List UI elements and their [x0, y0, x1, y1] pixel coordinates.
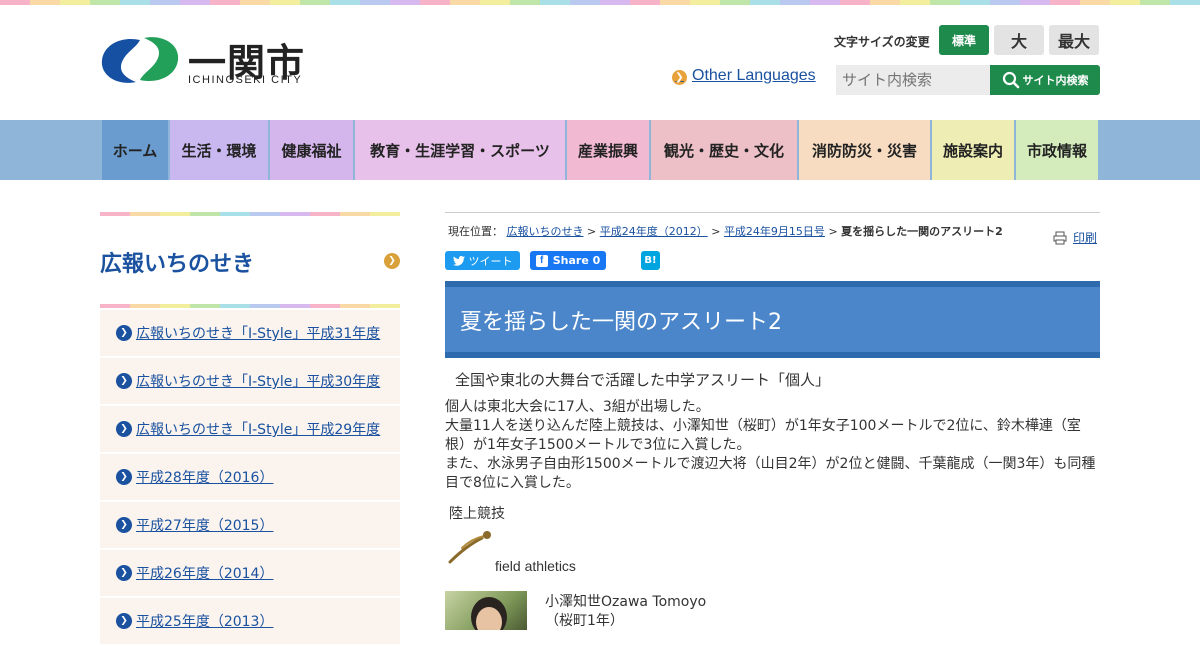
- page-title: 夏を揺らした一関のアスリート2: [445, 281, 1100, 358]
- nav-item-health[interactable]: 健康福祉: [270, 120, 353, 180]
- sidebar-item-label: 広報いちのせき「I-Style」平成31年度: [136, 326, 381, 342]
- breadcrumb-divider: [445, 212, 1100, 213]
- chevron-right-icon: ❯: [116, 469, 132, 485]
- chevron-right-icon: ❯: [116, 373, 132, 389]
- breadcrumb-separator: >: [587, 225, 597, 238]
- other-languages-label: Other Languages: [692, 66, 816, 84]
- other-languages-link[interactable]: ❯ Other Languages: [672, 66, 816, 85]
- search-button[interactable]: サイト内検索: [990, 65, 1100, 95]
- chevron-right-icon: ❯: [116, 517, 132, 533]
- breadcrumb-separator: >: [828, 225, 838, 238]
- sidebar-rainbow-bar: [100, 212, 400, 216]
- site-logo[interactable]: 一関市 ICHINOSEKI CITY: [100, 34, 310, 90]
- facebook-share-label: Share 0: [552, 254, 601, 267]
- tweet-button[interactable]: ツイート: [445, 251, 520, 270]
- font-size-large-button[interactable]: 大: [994, 25, 1044, 55]
- sidebar-list: ❯ 広報いちのせき「I-Style」平成31年度 ❯ 広報いちのせき「I-Style…: [100, 310, 400, 646]
- athlete-photo: [445, 591, 527, 630]
- sidebar-item[interactable]: ❯ 広報いちのせき「I-Style」平成31年度: [100, 310, 400, 356]
- sidebar-item-label: 広報いちのせき「I-Style」平成29年度: [136, 422, 381, 438]
- sidebar-item[interactable]: ❯ 広報いちのせき「I-Style」平成29年度: [100, 406, 400, 452]
- search-icon: [1002, 71, 1019, 89]
- font-size-xlarge-button[interactable]: 最大: [1049, 25, 1099, 55]
- city-emblem-icon: [101, 37, 179, 83]
- nav-item-disaster[interactable]: 消防防災・災害: [799, 120, 930, 180]
- sidebar-item-label: 平成28年度（2016）: [136, 470, 274, 486]
- article-paragraph: 個人は東北大会に17人、3組が出場した。: [445, 399, 710, 415]
- athlete-name: 小澤知世Ozawa Tomoyo: [545, 594, 707, 610]
- tweet-label: ツイート: [468, 254, 513, 268]
- chevron-right-icon[interactable]: ❯: [384, 253, 400, 269]
- chevron-right-icon: ❯: [672, 70, 687, 85]
- sidebar-item[interactable]: ❯ 平成28年度（2016）: [100, 454, 400, 500]
- print-label: 印刷: [1073, 231, 1098, 245]
- global-nav: ホーム 生活・環境 健康福祉 教育・生涯学習・スポーツ 産業振興 観光・歴史・文…: [0, 120, 1200, 180]
- sidebar-item-label: 平成25年度（2013）: [136, 614, 274, 630]
- top-rainbow-bar: [0, 0, 1200, 5]
- sidebar-rainbow-divider: [100, 304, 400, 308]
- font-size-label: 文字サイズの変更: [834, 35, 930, 49]
- search-input[interactable]: [836, 65, 990, 95]
- search-button-label: サイト内検索: [1022, 74, 1089, 87]
- nav-item-industry[interactable]: 産業振興: [567, 120, 649, 180]
- breadcrumb-separator: >: [711, 225, 721, 238]
- font-size-standard-button[interactable]: 標準: [939, 25, 989, 55]
- print-link[interactable]: 印刷: [1053, 229, 1097, 246]
- facebook-icon: f: [535, 254, 548, 267]
- hatena-label: B!: [644, 255, 657, 266]
- breadcrumb-link-issue[interactable]: 平成24年9月15日号: [724, 225, 825, 238]
- breadcrumb-link-h24[interactable]: 平成24年度（2012）: [600, 225, 708, 238]
- breadcrumb-prefix: 現在位置：: [448, 225, 503, 238]
- nav-item-facilities[interactable]: 施設案内: [932, 120, 1014, 180]
- athlete-school: （桜町1年）: [545, 613, 624, 629]
- athletics-icon: [448, 531, 491, 564]
- sidebar-item-label: 広報いちのせき「I-Style」平成30年度: [136, 374, 381, 390]
- facebook-share-button[interactable]: f Share 0: [530, 251, 606, 270]
- sport-name: 陸上競技: [449, 506, 505, 522]
- sidebar-item[interactable]: ❯ 平成27年度（2015）: [100, 502, 400, 548]
- hatena-bookmark-button[interactable]: B!: [641, 251, 660, 270]
- nav-item-life[interactable]: 生活・環境: [170, 120, 268, 180]
- sidebar-title[interactable]: 広報いちのせき: [100, 246, 254, 278]
- article-paragraph: また、水泳男子自由形1500メートルで渡辺大将（山目2年）が2位と健闘、千葉龍成…: [445, 456, 1096, 491]
- article-body: 個人は東北大会に17人、3組が出場した。 大量11人を送り込んだ陸上競技は、小澤…: [445, 398, 1100, 493]
- breadcrumb: 現在位置： 広報いちのせき > 平成24年度（2012） > 平成24年9月15…: [448, 223, 1003, 239]
- article-paragraph: 大量11人を送り込んだ陸上競技は、小澤知世（桜町）が1年女子100メートルで2位…: [445, 418, 1081, 453]
- article-subheading: 全国や東北の大舞台で活躍した中学アスリート「個人」: [455, 371, 831, 389]
- nav-item-education[interactable]: 教育・生涯学習・スポーツ: [355, 120, 565, 180]
- sidebar-item[interactable]: ❯ 平成25年度（2013）: [100, 598, 400, 644]
- chevron-right-icon: ❯: [116, 613, 132, 629]
- page-title-text: 夏を揺らした一関のアスリート2: [460, 309, 782, 335]
- sidebar-item-label: 平成27年度（2015）: [136, 518, 274, 534]
- nav-item-home[interactable]: ホーム: [102, 120, 168, 180]
- sidebar-item[interactable]: ❯ 広報いちのせき「I-Style」平成30年度: [100, 358, 400, 404]
- logo-english: ICHINOSEKI CITY: [188, 74, 303, 86]
- breadcrumb-link-kouhou[interactable]: 広報いちのせき: [507, 225, 584, 238]
- twitter-bird-icon: [452, 255, 465, 266]
- sport-english-label: field athletics: [495, 558, 576, 574]
- breadcrumb-current: 夏を揺らした一関のアスリート2: [841, 225, 1003, 238]
- chevron-right-icon: ❯: [116, 421, 132, 437]
- chevron-right-icon: ❯: [116, 325, 132, 341]
- printer-icon: [1053, 231, 1067, 244]
- nav-item-tourism[interactable]: 観光・歴史・文化: [651, 120, 797, 180]
- sidebar-item[interactable]: ❯ 平成26年度（2014）: [100, 550, 400, 596]
- sidebar-item-label: 平成26年度（2014）: [136, 566, 274, 582]
- nav-item-city-info[interactable]: 市政情報: [1016, 120, 1098, 180]
- chevron-right-icon: ❯: [116, 565, 132, 581]
